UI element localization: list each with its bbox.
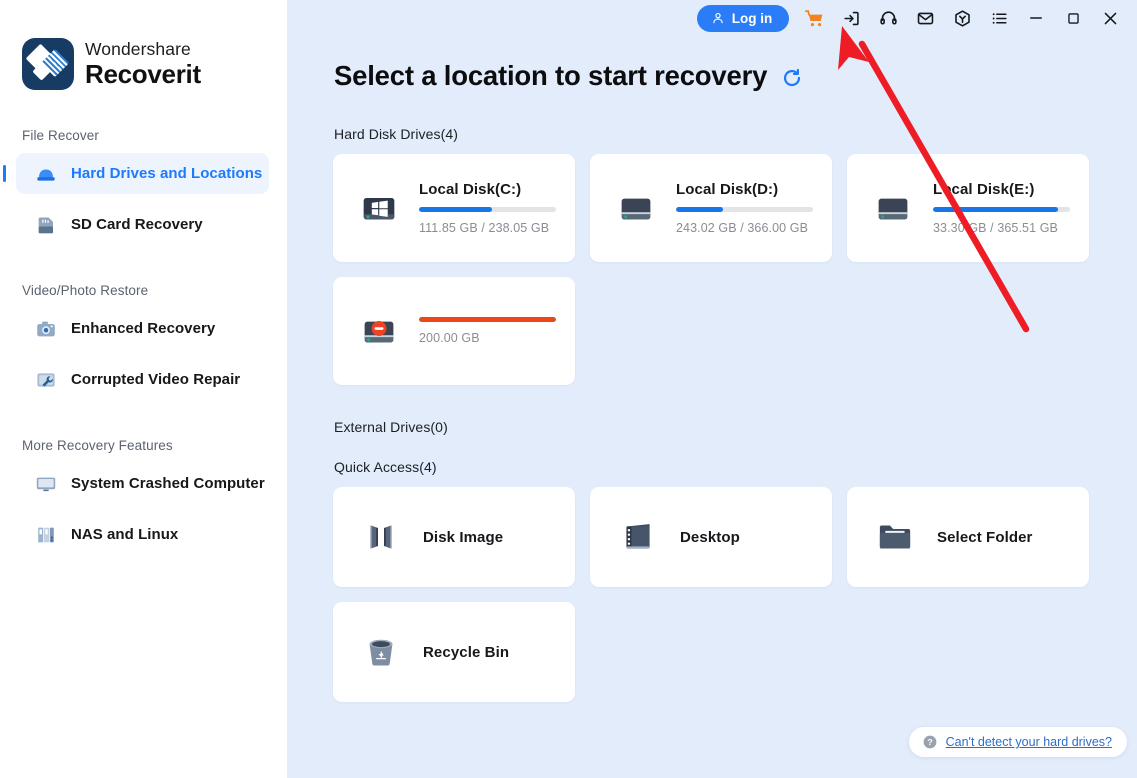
headset-support-icon[interactable] (873, 3, 903, 33)
drive-usage-fill (933, 207, 1058, 212)
hard-disk-drive-grid: Local Disk(C:) 111.85 GB / 238.05 GB Loc… (287, 154, 1137, 262)
video-repair-icon (37, 372, 55, 387)
recycle-bin-icon (369, 639, 393, 666)
drive-usage-bar (676, 207, 813, 212)
sidebar: Wondershare Recoverit File Recover Hard … (0, 0, 287, 778)
sidebar-group-label-more-recovery-features: More Recovery Features (22, 438, 173, 453)
drive-size-label: 243.02 GB / 366.00 GB (676, 221, 809, 235)
quick-access-card-recycle-bin[interactable]: Recycle Bin (333, 602, 575, 702)
desktop-icon (626, 524, 650, 549)
window-titlebar: Log in (287, 0, 1137, 36)
drive-name: Local Disk(E:) (933, 181, 1035, 198)
sidebar-item-label: Corrupted Video Repair (71, 371, 241, 388)
quick-access-grid-row2: Recycle Bin (287, 602, 1137, 702)
folder-icon (879, 525, 911, 549)
drive-card[interactable]: Local Disk(D:) 243.02 GB / 366.00 GB (590, 154, 832, 262)
drive-name: Local Disk(D:) (676, 181, 779, 198)
main-content: Log in Select a location to start recove… (287, 0, 1137, 778)
monitor-icon (36, 477, 56, 491)
sidebar-item-nas-and-linux[interactable]: NAS and Linux (16, 514, 269, 555)
drive-card[interactable]: 200.00 GB (333, 277, 575, 385)
minimize-icon[interactable] (1021, 3, 1051, 33)
section-label-external-drives: External Drives(0) (334, 419, 448, 435)
sidebar-group-label-file-recover: File Recover (22, 128, 99, 143)
sidebar-item-label: Hard Drives and Locations (71, 165, 263, 182)
drive-name: Local Disk(C:) (419, 181, 522, 198)
hdd-icon (621, 198, 651, 220)
refresh-icon[interactable] (781, 67, 803, 89)
drive-card[interactable]: Local Disk(C:) 111.85 GB / 238.05 GB (333, 154, 575, 262)
quick-access-label: Recycle Bin (423, 643, 510, 661)
drive-usage-fill (419, 317, 556, 322)
app-logo: Wondershare Recoverit (0, 0, 287, 90)
lost-partition-grid: 200.00 GB (287, 277, 1137, 385)
windows-drive-icon (363, 198, 395, 220)
lost-partition-icon (364, 321, 394, 343)
help-link-text: Can't detect your hard drives? (945, 735, 1112, 749)
sidebar-item-corrupted-video-repair[interactable]: Corrupted Video Repair (16, 359, 269, 400)
camera-icon (37, 321, 55, 336)
sidebar-item-label: System Crashed Computer (71, 475, 265, 492)
disk-image-icon (370, 525, 392, 549)
drive-usage-fill (676, 207, 723, 212)
recoverit-window: Wondershare Recoverit File Recover Hard … (0, 0, 1137, 778)
sidebar-item-label: NAS and Linux (71, 526, 179, 543)
mail-icon[interactable] (910, 3, 940, 33)
cant-detect-hard-drives-link[interactable]: ? Can't detect your hard drives? (908, 727, 1127, 757)
sidebar-item-label: Enhanced Recovery (71, 320, 216, 337)
drive-usage-bar (419, 207, 556, 212)
hard-drive-icon (37, 169, 55, 181)
quick-access-label: Disk Image (423, 528, 504, 546)
page-title: Select a location to start recovery (334, 60, 768, 91)
sidebar-item-label: SD Card Recovery (71, 216, 203, 233)
quick-access-label: Select Folder (937, 528, 1033, 546)
quick-access-card-select-folder[interactable]: Select Folder (847, 487, 1089, 587)
page-header: Select a location to start recovery (287, 60, 1137, 92)
menu-list-icon[interactable] (984, 3, 1014, 33)
box-product-icon[interactable] (947, 3, 977, 33)
drive-usage-fill (419, 207, 492, 212)
section-label-hard-disk-drives: Hard Disk Drives(4) (334, 126, 459, 142)
maximize-icon[interactable] (1058, 3, 1088, 33)
quick-access-grid: Disk Image Desktop Select Folder (287, 487, 1137, 587)
brand-product-name: Recoverit (85, 58, 201, 89)
quick-access-card-desktop[interactable]: Desktop (590, 487, 832, 587)
login-button[interactable]: Log in (697, 4, 789, 32)
login-button-label: Log in (731, 10, 773, 26)
drive-size-label: 200.00 GB (419, 331, 480, 345)
sign-in-icon[interactable] (836, 3, 866, 33)
quick-access-card-disk-image[interactable]: Disk Image (333, 487, 575, 587)
brand-company-name: Wondershare (85, 39, 191, 60)
hdd-icon (878, 198, 908, 220)
question-mark-icon: ? (923, 735, 937, 749)
close-icon[interactable] (1095, 3, 1125, 33)
server-icon (38, 527, 54, 542)
quick-access-label: Desktop (680, 528, 740, 546)
sidebar-item-hard-drives-and-locations[interactable]: Hard Drives and Locations (3, 153, 269, 194)
sd-card-icon (38, 217, 53, 233)
svg-text:?: ? (927, 737, 932, 747)
drive-size-label: 33.30 GB / 365.51 GB (933, 221, 1058, 235)
drive-size-label: 111.85 GB / 238.05 GB (419, 221, 550, 235)
wondershare-logo-icon (22, 38, 74, 90)
user-icon (713, 12, 723, 24)
section-label-quick-access: Quick Access(4) (334, 459, 437, 475)
drive-card[interactable]: Local Disk(E:) 33.30 GB / 365.51 GB (847, 154, 1089, 262)
sidebar-item-enhanced-recovery[interactable]: Enhanced Recovery (16, 308, 269, 349)
drive-usage-bar (419, 317, 556, 322)
sidebar-item-system-crashed-computer[interactable]: System Crashed Computer (16, 463, 269, 504)
sidebar-item-sd-card-recovery[interactable]: SD Card Recovery (16, 204, 269, 245)
shopping-cart-icon[interactable] (799, 3, 829, 33)
drive-usage-bar (933, 207, 1070, 212)
sidebar-group-label-video-photo-restore: Video/Photo Restore (22, 283, 149, 298)
